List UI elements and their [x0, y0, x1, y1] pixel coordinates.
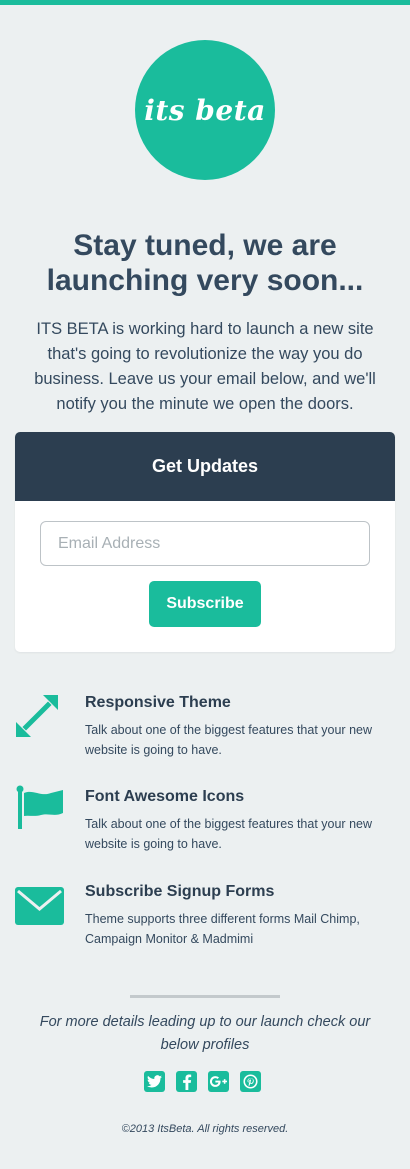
facebook-icon[interactable] — [176, 1071, 197, 1092]
envelope-icon — [15, 887, 64, 935]
copyright-text: ©2013 ItsBeta. All rights reserved. — [121, 1123, 289, 1135]
feature-title: Responsive Theme — [85, 694, 231, 711]
logo-text: its beta — [144, 93, 266, 127]
expand-arrows-icon — [15, 694, 63, 742]
feature-title: Font Awesome Icons — [85, 788, 245, 805]
logo: its beta — [135, 40, 275, 180]
feature-subscribe-signup-forms: Subscribe Signup Forms Theme supports th… — [0, 883, 410, 963]
social-links — [144, 1071, 268, 1095]
feature-responsive-theme: Responsive Theme Talk about one of the b… — [0, 694, 410, 774]
top-accent-bar — [0, 0, 410, 5]
page-headline: Stay tuned, we are launching very soon..… — [46, 229, 364, 297]
email-input[interactable] — [40, 521, 370, 566]
divider — [130, 995, 280, 998]
intro-text: ITS BETA is working hard to launch a new… — [34, 320, 376, 413]
feature-description: Talk about one of the biggest features t… — [85, 817, 372, 851]
twitter-icon[interactable] — [144, 1071, 165, 1092]
feature-title: Subscribe Signup Forms — [85, 883, 275, 900]
pinterest-icon[interactable] — [240, 1071, 261, 1092]
feature-description: Talk about one of the biggest features t… — [85, 723, 372, 757]
feature-font-awesome-icons: Font Awesome Icons Talk about one of the… — [0, 785, 410, 868]
outro-text: For more details leading up to our launc… — [39, 1014, 371, 1053]
feature-description: Theme supports three different forms Mai… — [85, 912, 360, 946]
signup-card: Get Updates Subscribe — [15, 432, 395, 652]
flag-icon — [15, 785, 63, 833]
subscribe-button[interactable]: Subscribe — [149, 581, 261, 627]
google-plus-icon[interactable] — [208, 1071, 229, 1092]
signup-card-header: Get Updates — [15, 432, 395, 501]
